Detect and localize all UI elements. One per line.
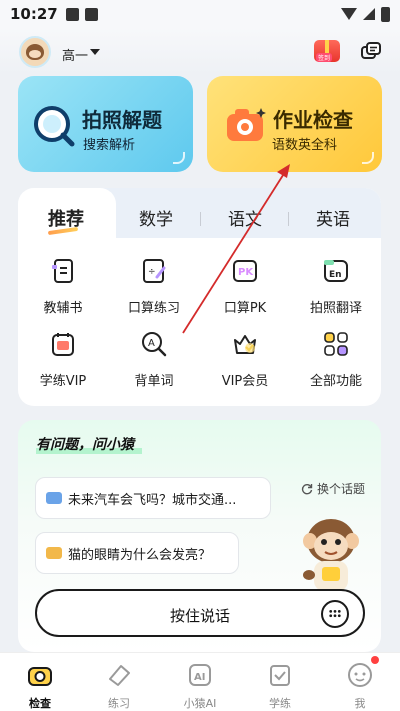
change-topic-label: 换个话题 [317,482,366,496]
wifi-icon [341,8,357,20]
nav-label: 检查 [29,697,51,710]
nav-label: 我 [354,697,366,710]
nav-label: 小猿AI [183,697,217,710]
tool-workbook[interactable]: 教辅书 [23,257,103,316]
tool-label: 背单词 [134,374,174,389]
vip-crown-icon [234,335,256,354]
suggested-question-2[interactable]: 猫的眼睛为什么会发亮？ [35,532,239,574]
cat-icon [46,547,62,559]
ai-icon: AI [189,664,211,686]
svg-text:AI: AI [194,672,205,683]
homework-check-card[interactable]: 作业检查 语数英全科 [207,76,382,172]
gift-badge-label: 签到 [316,53,333,62]
monkey-mascot [303,519,359,591]
change-topic-button[interactable]: 换个话题 [301,480,365,497]
nav-check[interactable]: 检查 [10,661,70,711]
car-icon [46,492,62,504]
calc-practice-icon: ÷ [143,259,166,283]
tool-calc-pk[interactable]: PK 口算PK [205,257,285,316]
text-notification-icon [84,7,98,21]
tab-divider [288,212,289,226]
tool-photo-translate[interactable]: En 拍照翻译 [296,257,376,316]
battery-icon [381,6,390,22]
photo-solve-title: 拍照解题 [82,108,162,132]
vocab-search-icon: A [142,332,167,357]
refresh-icon [301,483,313,494]
camera-icon [227,108,266,141]
homework-check-subtitle: 语数英全科 [272,138,338,153]
homework-check-title: 作业检查 [273,108,353,132]
signal-icon [363,8,375,20]
nav-label: 学练 [269,697,291,710]
grade-selector[interactable]: 高一 [62,45,88,64]
nav-practice[interactable]: 练习 [89,661,149,711]
tab-chinese[interactable]: 语文 [228,205,262,230]
bottom-nav: 检查 练习 AI 小猿AI 学练 我 [0,652,400,711]
tab-math[interactable]: 数学 [139,205,173,230]
nav-study[interactable]: 学练 [250,661,310,711]
tab-english[interactable]: 英语 [316,205,350,230]
tool-label: VIP会员 [221,374,269,389]
notification-dot [371,656,379,664]
message-icon[interactable] [360,41,382,63]
status-time: 10:27 [10,5,58,23]
face-icon [348,663,372,687]
card-corner-decoration [362,152,374,164]
hold-to-talk-button[interactable]: 按住说话 [35,589,365,637]
check-board-icon [270,665,290,686]
nav-ai[interactable]: AI 小猿AI [170,661,230,711]
tool-label: 拍照翻译 [309,301,362,316]
book-icon [52,259,73,283]
nav-label: 练习 [108,697,130,710]
question-text: 未来汽车会飞吗？城市交通... [68,492,237,508]
tool-label: 学练VIP [39,374,87,389]
photo-solve-subtitle: 搜索解析 [83,138,136,153]
tool-vocabulary[interactable]: A 背单词 [114,330,194,389]
header: 高一 签到 [0,28,400,74]
chevron-down-icon[interactable] [90,49,100,55]
suggested-question-1[interactable]: 未来汽车会飞吗？城市交通... [35,477,271,519]
magnifier-icon [34,106,75,147]
tab-recommend[interactable]: 推荐 [48,205,84,231]
svg-text:÷: ÷ [148,267,156,277]
tool-label: 教辅书 [43,301,83,316]
gallery-icon [65,7,79,21]
tool-label: 口算PK [223,301,267,316]
camera-icon [28,667,52,686]
tool-calc-practice[interactable]: ÷ 口算练习 [114,257,194,316]
tool-vip-member[interactable]: VIP会员 [205,330,285,389]
card-corner-decoration [173,152,185,164]
status-bar: 10:27 [0,0,400,28]
tool-practice-vip[interactable]: 学练VIP [23,330,103,389]
hold-to-talk-label: 按住说话 [169,607,230,625]
pk-icon: PK [233,260,257,282]
question-text: 猫的眼睛为什么会发亮？ [68,547,212,563]
nav-me[interactable]: 我 [330,661,390,711]
avatar[interactable] [19,36,51,68]
pencil-tag-icon [109,665,130,686]
checkin-gift-icon[interactable]: 签到 [314,40,340,62]
keyboard-icon[interactable] [321,600,349,628]
tool-all-features[interactable]: 全部功能 [296,330,376,389]
grid-icon [324,332,348,356]
photo-solve-card[interactable]: 拍照解题 搜索解析 [18,76,193,172]
tool-label: 口算练习 [127,301,180,316]
ask-title: 有问题，问小猿 [36,437,134,453]
tab-divider [200,212,201,226]
svg-text:PK: PK [238,267,254,278]
svg-text:En: En [329,270,342,280]
translate-icon: En [324,260,348,282]
calendar-icon [52,333,74,356]
svg-text:A: A [148,338,155,349]
tool-label: 全部功能 [309,374,362,389]
